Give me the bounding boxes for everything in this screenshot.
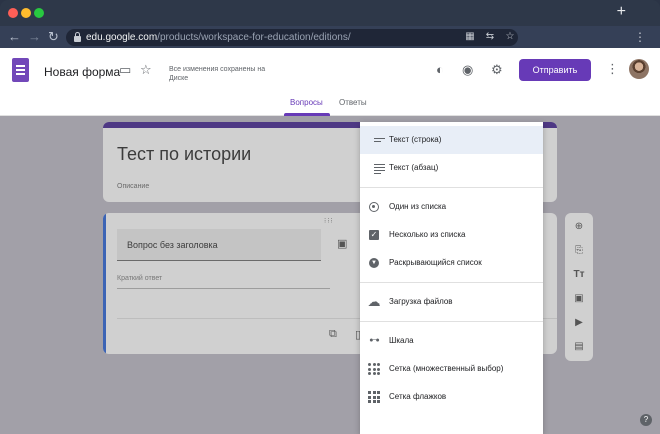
form-heading[interactable]: Тест по истории — [117, 144, 251, 165]
star-icon[interactable]: ☆ — [140, 63, 152, 77]
reload-icon[interactable]: ↻ — [48, 28, 59, 46]
more-vert-icon[interactable]: ⋮ — [606, 62, 619, 76]
add-image-icon[interactable]: ▣ — [337, 237, 347, 250]
menu-item-grid-multiple[interactable]: Сетка (множественный выбор) — [360, 355, 543, 383]
minimize-window-button[interactable] — [21, 8, 31, 18]
close-window-button[interactable] — [8, 8, 18, 18]
menu-item-grid-checkbox[interactable]: Сетка флажков — [360, 383, 543, 411]
question-type-menu: Текст (строка) Текст (абзац) Один из спи… — [360, 122, 543, 434]
address-bar[interactable]: edu.google.com/products/workspace-for-ed… — [66, 29, 518, 46]
help-icon[interactable]: ? — [640, 414, 652, 426]
copy-icon[interactable]: ⧉ — [329, 328, 337, 341]
form-canvas: Тест по истории Описание ⁝⁝⁝ Вопрос без … — [0, 116, 660, 434]
form-tabs: Вопросы Ответы — [0, 94, 660, 116]
radio-icon — [369, 202, 379, 212]
maximize-window-button[interactable] — [34, 8, 44, 18]
send-button[interactable]: Отправить — [519, 59, 591, 81]
menu-item-label: Несколько из списка — [389, 230, 466, 239]
forms-header: Новая форма ▭ ☆ Все изменения сохранены … — [0, 48, 660, 94]
short-answer-placeholder: Краткий ответ — [117, 275, 163, 282]
qr-code-icon[interactable]: ▦ — [464, 31, 476, 43]
palette-icon[interactable]: ◐ — [436, 63, 444, 77]
menu-item-label: Шкала — [389, 336, 414, 345]
menu-item-short-text[interactable]: Текст (строка) — [360, 126, 543, 154]
avatar[interactable] — [629, 59, 649, 79]
menu-item-label: Текст (строка) — [389, 135, 442, 144]
menu-divider — [360, 321, 543, 322]
forward-arrow-icon[interactable]: → — [28, 28, 41, 46]
question-card-accent — [103, 213, 106, 354]
paragraph-icon — [367, 161, 385, 175]
save-status: Все изменения сохранены на Диске — [169, 66, 266, 82]
menu-item-file-upload[interactable]: ☁ Загрузка файлов — [360, 288, 543, 316]
folder-icon[interactable]: ▭ — [119, 63, 131, 77]
menu-item-label: Сетка флажков — [389, 392, 447, 401]
menu-item-dropdown[interactable]: ▼ Раскрывающийся список — [360, 249, 543, 277]
browser-menu-icon[interactable]: ⋮ — [634, 29, 646, 45]
bookmark-star-icon[interactable]: ☆ — [504, 31, 516, 43]
short-answer-line — [117, 288, 330, 289]
add-section-icon[interactable]: ▤ — [573, 341, 585, 353]
translate-icon[interactable]: ⇆ — [484, 31, 496, 43]
checkbox-icon: ✓ — [369, 230, 379, 240]
settings-gear-icon[interactable]: ⚙ — [491, 63, 503, 77]
new-tab-button[interactable]: + — [617, 4, 626, 20]
browser-toolbar: ← → ↻ edu.google.com/products/workspace-… — [0, 26, 660, 48]
forms-logo-icon[interactable] — [12, 58, 29, 82]
menu-item-radio[interactable]: Один из списка — [360, 193, 543, 221]
menu-divider — [360, 187, 543, 188]
menu-item-checkbox[interactable]: ✓ Несколько из списка — [360, 221, 543, 249]
menu-item-scale[interactable]: ●−● Шкала — [360, 327, 543, 355]
floating-toolbar: ⊕ ⎘ Tт ▣ ▶ ▤ — [565, 213, 593, 361]
grid-dots-icon — [368, 363, 380, 375]
add-question-icon[interactable]: ⊕ — [573, 221, 585, 233]
lock-icon — [74, 32, 81, 42]
question-title-input[interactable]: Вопрос без заголовка — [117, 229, 321, 261]
menu-item-label: Один из списка — [389, 202, 447, 211]
form-name[interactable]: Новая форма — [44, 65, 120, 79]
menu-item-label: Текст (абзац) — [389, 163, 439, 172]
question-title-text: Вопрос без заголовка — [127, 240, 218, 250]
url-text: edu.google.com/products/workspace-for-ed… — [86, 32, 351, 43]
scale-icon: ●−● — [369, 337, 380, 344]
menu-item-label: Раскрывающийся список — [389, 258, 482, 267]
grid-squares-icon — [368, 391, 380, 403]
import-questions-icon[interactable]: ⎘ — [573, 245, 585, 257]
menu-item-label: Сетка (множественный выбор) — [389, 364, 504, 373]
back-arrow-icon[interactable]: ← — [8, 28, 21, 46]
cloud-upload-icon: ☁ — [367, 294, 381, 309]
menu-item-label: Загрузка файлов — [389, 297, 453, 306]
short-text-icon — [367, 133, 385, 147]
browser-titlebar: + — [0, 0, 660, 26]
add-title-icon[interactable]: Tт — [573, 269, 585, 281]
menu-item-paragraph[interactable]: Текст (абзац) — [360, 154, 543, 182]
preview-eye-icon[interactable]: ◉ — [462, 63, 473, 77]
tab-questions[interactable]: Вопросы — [290, 98, 323, 108]
dropdown-icon: ▼ — [369, 258, 379, 268]
drag-handle-icon[interactable]: ⁝⁝⁝ — [324, 217, 334, 225]
add-image-icon[interactable]: ▣ — [573, 293, 585, 305]
menu-divider — [360, 282, 543, 283]
form-description[interactable]: Описание — [117, 183, 149, 190]
add-video-icon[interactable]: ▶ — [573, 317, 585, 329]
tab-answers[interactable]: Ответы — [339, 98, 367, 108]
